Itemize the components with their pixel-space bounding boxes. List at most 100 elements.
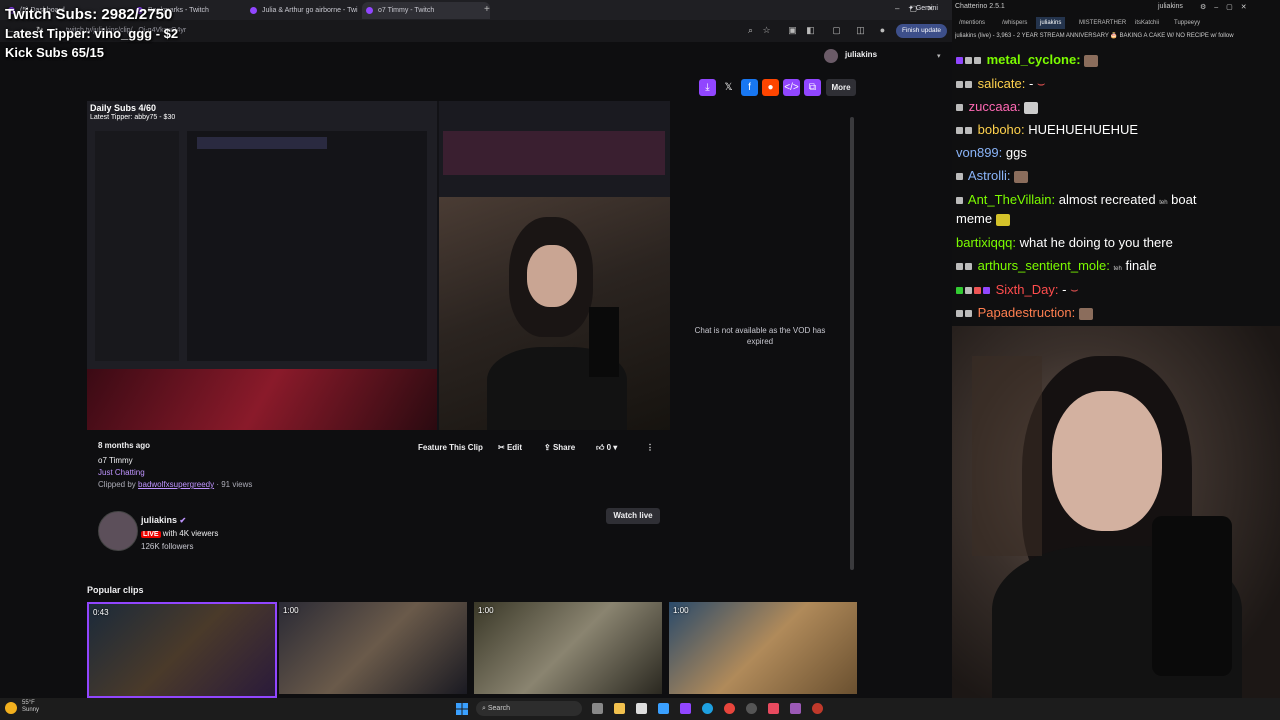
emote-icon: teh (1113, 266, 1122, 272)
x-twitter-icon[interactable]: 𝕏 (720, 79, 737, 96)
badge-icon (956, 173, 963, 181)
chrome-icon[interactable] (724, 703, 735, 714)
popular-clip-thumbnail[interactable]: 1:00 (669, 602, 857, 694)
extension-icon[interactable]: ▣ (788, 26, 797, 35)
badge-icon (983, 287, 990, 295)
chat-tab-mentions[interactable]: /mentions (955, 17, 989, 29)
channel-avatar[interactable] (98, 511, 138, 551)
taskbar-search[interactable]: ⌕ Search (476, 701, 582, 716)
chat-tab-misterarther[interactable]: MISTERARTHER (1075, 17, 1130, 29)
app-icon[interactable] (812, 703, 823, 714)
tab-o7-timmy[interactable]: o7 Timmy - Twitch (362, 2, 490, 19)
share-button[interactable]: ⇪ Share (544, 440, 575, 456)
bookmark-star-icon[interactable]: ☆ (762, 26, 771, 35)
scissors-icon: ✂ (498, 443, 507, 452)
chat-tab-tuppeeyy[interactable]: Tuppeeyy (1170, 17, 1204, 29)
copy-link-icon[interactable]: ⧉ (804, 79, 821, 96)
webcam-microphone (1152, 516, 1232, 676)
chatterino-user[interactable]: juliakins (1158, 3, 1183, 10)
feature-clip-button[interactable]: Feature This Clip (418, 440, 483, 456)
search-icon: ⌕ (482, 705, 486, 712)
facebook-icon[interactable]: f (741, 79, 758, 96)
chat-username[interactable]: zuccaaa: (969, 99, 1021, 114)
clipper-link[interactable]: badwolfxsupergreedy (138, 480, 214, 489)
badge-icon (956, 197, 963, 205)
clip-category-link[interactable]: Just Chatting (98, 467, 398, 479)
profile-icon[interactable]: ● (878, 26, 887, 35)
more-button[interactable]: More (826, 79, 856, 96)
webcam-background-shelf (972, 356, 1042, 556)
badge-icon (956, 127, 963, 135)
extension-icon[interactable]: ◫ (856, 26, 865, 35)
chat-message: bartixiqqq: what he doing to you there (956, 235, 1173, 250)
chat-message: Ant_TheVillain: almost recreated teh boa… (956, 192, 1196, 207)
verified-icon: ✔ (179, 516, 187, 525)
chat-username[interactable]: boboho: (978, 122, 1025, 137)
chat-message: Sixth_Day: - ⌣ (956, 282, 1079, 298)
app-icon[interactable] (768, 703, 779, 714)
popular-clip-thumbnail[interactable]: 0:43 (87, 602, 277, 698)
popular-clip-thumbnail[interactable]: 1:00 (474, 602, 662, 694)
overlay-kick-subs: Kick Subs 65/15 (5, 45, 104, 60)
app-icon[interactable] (636, 703, 647, 714)
like-button[interactable]: 👍︎ 0 ▾ (596, 440, 617, 456)
clip-video-player[interactable] (87, 101, 670, 430)
embed-icon[interactable]: </> (783, 79, 800, 96)
edit-button[interactable]: ✂ Edit (498, 440, 522, 456)
chat-username[interactable]: Ant_TheVillain: (968, 192, 1055, 207)
download-icon[interactable]: ⤓ (699, 79, 716, 96)
obs-icon[interactable] (746, 703, 757, 714)
chat-username[interactable]: von899: (956, 145, 1002, 160)
popular-clip-thumbnail[interactable]: 1:00 (279, 602, 467, 694)
chat-tab-whispers[interactable]: /whispers (998, 17, 1031, 29)
user-avatar[interactable] (824, 49, 838, 63)
task-view-icon[interactable] (592, 703, 603, 714)
badge-icon (974, 287, 981, 295)
new-tab-icon[interactable]: + (484, 4, 490, 15)
badge-icon (965, 57, 972, 65)
chat-username[interactable]: salicate: (978, 76, 1026, 91)
chat-username[interactable]: metal_cyclone: (987, 52, 1081, 67)
chat-tab-itskatchii[interactable]: itsKatchii (1131, 17, 1163, 29)
emote-icon (1014, 170, 1029, 183)
channel-name[interactable]: juliakins ✔ (141, 515, 186, 525)
badge-icon (965, 287, 972, 295)
reddit-icon[interactable]: ● (762, 79, 779, 96)
weather-widget[interactable]: 55°F Sunny (22, 700, 39, 714)
chat-message: Astrolli: (956, 168, 1029, 183)
user-name[interactable]: juliakins (845, 50, 877, 59)
chat-username[interactable]: arthurs_sentient_mole: (978, 258, 1110, 273)
chat-username[interactable]: Papadestruction: (978, 305, 1076, 320)
weather-sun-icon[interactable] (5, 702, 17, 714)
thumbs-up-icon: 👍︎ (596, 443, 607, 452)
zoom-icon[interactable]: ⌕ (746, 26, 755, 35)
edge-icon[interactable] (702, 703, 713, 714)
tab-airborne-clip[interactable]: Julia & Arthur go airborne - Twi (246, 2, 366, 19)
finish-update-button[interactable]: Finish update (896, 24, 948, 38)
extension-icon[interactable]: ◧ (806, 26, 815, 35)
chat-message: von899: ggs (956, 145, 1027, 160)
app-icon[interactable] (790, 703, 801, 714)
window-controls[interactable]: –▢✕ (895, 4, 944, 13)
windows-start-icon[interactable] (456, 702, 468, 715)
chat-username[interactable]: Sixth_Day: (996, 282, 1059, 297)
chat-window-controls[interactable]: ⚙–▢✕ (1200, 3, 1255, 11)
video-request-list (95, 131, 179, 361)
twitch-icon[interactable] (680, 703, 691, 714)
page-scrollbar[interactable] (850, 117, 854, 570)
channel-followers: 126K followers (141, 542, 194, 551)
overlay-latest-tipper: Latest Tipper: vino_ggg - $2 (5, 26, 179, 41)
app-icon[interactable] (658, 703, 669, 714)
emote-icon (995, 213, 1010, 226)
file-explorer-icon[interactable] (614, 703, 625, 714)
chevron-down-icon[interactable]: ▾ (937, 52, 941, 60)
chat-message: salicate: - ⌣ (956, 76, 1045, 92)
chat-username[interactable]: Astrolli: (968, 168, 1011, 183)
extension-icon[interactable]: ▢ (832, 26, 841, 35)
watch-live-button[interactable]: Watch live (606, 508, 660, 524)
more-options-icon[interactable]: ⋮ (646, 440, 654, 456)
chat-username[interactable]: bartixiqqq: (956, 235, 1016, 250)
share-icon: ⇪ (544, 443, 553, 452)
emote-icon: ⌣ (1070, 282, 1079, 297)
chat-tab-juliakins[interactable]: juliakins (1036, 17, 1066, 29)
